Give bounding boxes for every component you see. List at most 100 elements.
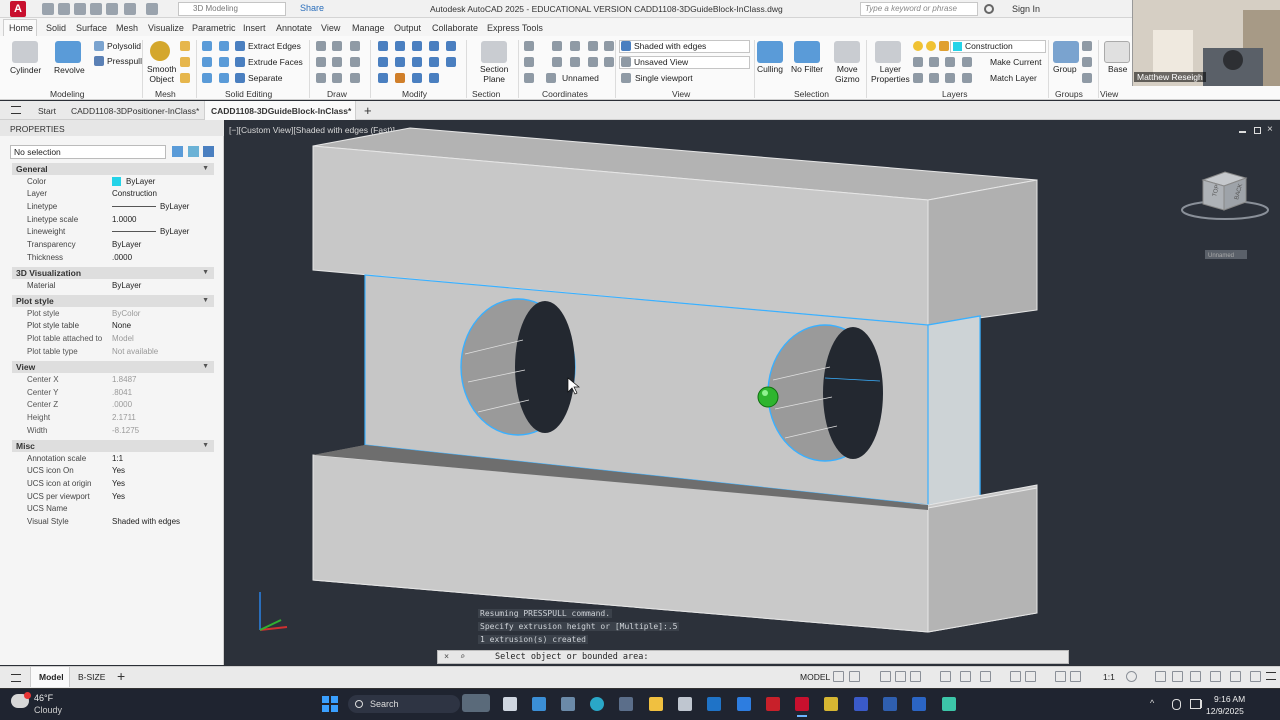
ucs-z-icon[interactable] [604, 41, 614, 51]
circle-icon[interactable] [350, 57, 360, 67]
tab-b-size[interactable]: B-SIZE [78, 672, 105, 682]
layer-freeze-icon[interactable] [926, 41, 936, 51]
prop-value-visual-style[interactable]: Shaded with edges [112, 517, 180, 526]
tab-manage[interactable]: Manage [352, 23, 385, 33]
saved-view-dropdown[interactable]: Unsaved View [619, 56, 750, 69]
lineweight-icon[interactable] [1010, 671, 1021, 682]
3d-mirror-icon[interactable] [412, 73, 422, 83]
widgets-icon[interactable] [532, 697, 546, 711]
prop-value-ucs-origin[interactable]: Yes [112, 479, 125, 488]
annotation-scale-dropdown[interactable]: 1:1 [1103, 672, 1115, 682]
tab-solid[interactable]: Solid [46, 23, 66, 33]
3d-array-icon[interactable] [429, 73, 439, 83]
prop-value-linetype[interactable]: ByLayer [160, 202, 189, 211]
slice-icon[interactable] [219, 41, 229, 51]
layer-tool-icon[interactable] [929, 57, 939, 67]
weather-condition[interactable]: Cloudy [34, 705, 62, 715]
outlook-icon[interactable] [707, 697, 721, 711]
revit-icon[interactable] [854, 697, 868, 711]
windows-start-icon[interactable] [322, 696, 338, 712]
ucs-zaxis-icon[interactable] [604, 57, 614, 67]
section-view[interactable]: View ▼ [12, 361, 214, 373]
make-current-button[interactable]: Make Current [990, 57, 1042, 67]
section-misc[interactable]: Misc ▼ [12, 440, 214, 452]
prop-value-ucs-on[interactable]: Yes [112, 466, 125, 475]
print-icon[interactable] [106, 3, 118, 15]
match-layer-button[interactable]: Match Layer [990, 73, 1037, 83]
search-highlight-image[interactable] [462, 694, 490, 712]
undo-icon[interactable] [124, 3, 136, 15]
prop-value-linetype-scale[interactable]: 1.0000 [112, 215, 136, 224]
revolve-button[interactable]: Revolve [54, 65, 85, 75]
acrobat-icon[interactable] [766, 697, 780, 711]
prop-value-thickness[interactable]: .0000 [112, 253, 132, 262]
subtract-icon[interactable] [202, 57, 212, 67]
scale-icon[interactable] [446, 57, 456, 67]
open-file-icon[interactable] [58, 3, 70, 15]
tab-3dguideblock[interactable]: CADD1108-3DGuideBlock-InClass* [211, 106, 351, 116]
fillet-icon[interactable] [395, 57, 405, 67]
tab-mesh[interactable]: Mesh [116, 23, 138, 33]
clean-screen-icon[interactable] [1250, 671, 1261, 682]
polygon-icon[interactable] [316, 73, 326, 83]
prop-value-lineweight[interactable]: ByLayer [160, 227, 189, 236]
workspace-gear-icon[interactable] [1126, 671, 1137, 682]
layer-tool-icon[interactable] [913, 57, 923, 67]
share-button[interactable]: Share [300, 3, 324, 13]
visual-style-dropdown[interactable]: Shaded with edges [619, 40, 750, 53]
otrack-icon[interactable] [980, 671, 991, 682]
tab-model[interactable]: Model [39, 672, 64, 682]
model-space-toggle[interactable]: MODEL [800, 672, 830, 682]
group-edit-icon[interactable] [1082, 57, 1092, 67]
polar-icon[interactable] [910, 671, 921, 682]
extract-edges-button[interactable]: Extract Edges [248, 41, 301, 51]
layer-properties-button[interactable]: Layer Properties [871, 64, 910, 84]
spline-icon[interactable] [316, 57, 326, 67]
layer-dropdown[interactable]: Construction [950, 40, 1046, 53]
prop-value-ucs-viewport[interactable]: Yes [112, 492, 125, 501]
tab-insert[interactable]: Insert [243, 23, 266, 33]
layout-menu-icon[interactable] [11, 674, 21, 682]
redo-icon[interactable] [146, 3, 158, 15]
cylinder-button[interactable]: Cylinder [10, 65, 41, 75]
quick-select-icon[interactable] [203, 146, 214, 157]
polysolid-button[interactable]: Polysolid [107, 41, 141, 51]
ucs-y-icon[interactable] [588, 41, 598, 51]
prop-value-color[interactable]: ByLayer [126, 177, 155, 186]
layer-tool-icon[interactable] [945, 57, 955, 67]
tab-start[interactable]: Start [38, 106, 56, 116]
panel-label-modify[interactable]: Modify [402, 89, 427, 99]
union-icon[interactable] [202, 41, 212, 51]
panel-label-section[interactable]: Section [472, 89, 500, 99]
ucs-object-icon[interactable] [552, 57, 562, 67]
save-as-icon[interactable] [90, 3, 102, 15]
calculator-icon[interactable] [561, 697, 575, 711]
snipping-tool-icon[interactable] [619, 697, 633, 711]
3d-osnap-icon[interactable] [960, 671, 971, 682]
tab-output[interactable]: Output [394, 23, 421, 33]
new-tab-plus-icon[interactable]: + [364, 103, 372, 118]
ellipse-icon[interactable] [350, 73, 360, 83]
ucs-3point-icon[interactable] [546, 73, 556, 83]
search-icon[interactable] [984, 4, 994, 14]
ucs-x-icon[interactable] [570, 41, 580, 51]
rotate-icon[interactable] [395, 41, 405, 51]
offset-icon[interactable] [332, 57, 342, 67]
extrude-faces-button[interactable]: Extrude Faces [248, 57, 303, 67]
3d-align-icon[interactable] [395, 73, 405, 83]
viewport-config-dropdown[interactable]: Single viewport [635, 73, 693, 83]
layer-tool-icon[interactable] [945, 73, 955, 83]
help-search-input[interactable]: Type a keyword or phrase [860, 2, 978, 16]
file-explorer-icon[interactable] [649, 697, 663, 711]
panel-label-view-2[interactable]: View [1100, 89, 1118, 99]
new-file-icon[interactable] [42, 3, 54, 15]
tab-annotate[interactable]: Annotate [276, 23, 312, 33]
prop-value-material[interactable]: ByLayer [112, 281, 141, 290]
panel-label-mesh[interactable]: Mesh [155, 89, 176, 99]
move-gizmo-button[interactable]: Move Gizmo [835, 64, 860, 84]
tab-3dpositioner[interactable]: CADD1108-3DPositioner-InClass* [71, 106, 199, 116]
layer-tool-icon[interactable] [929, 73, 939, 83]
prop-value-layer[interactable]: Construction [112, 189, 157, 198]
group-button[interactable]: Group [1053, 64, 1077, 74]
command-line-input[interactable]: × ⌕ Select object or bounded area: [437, 650, 1069, 664]
